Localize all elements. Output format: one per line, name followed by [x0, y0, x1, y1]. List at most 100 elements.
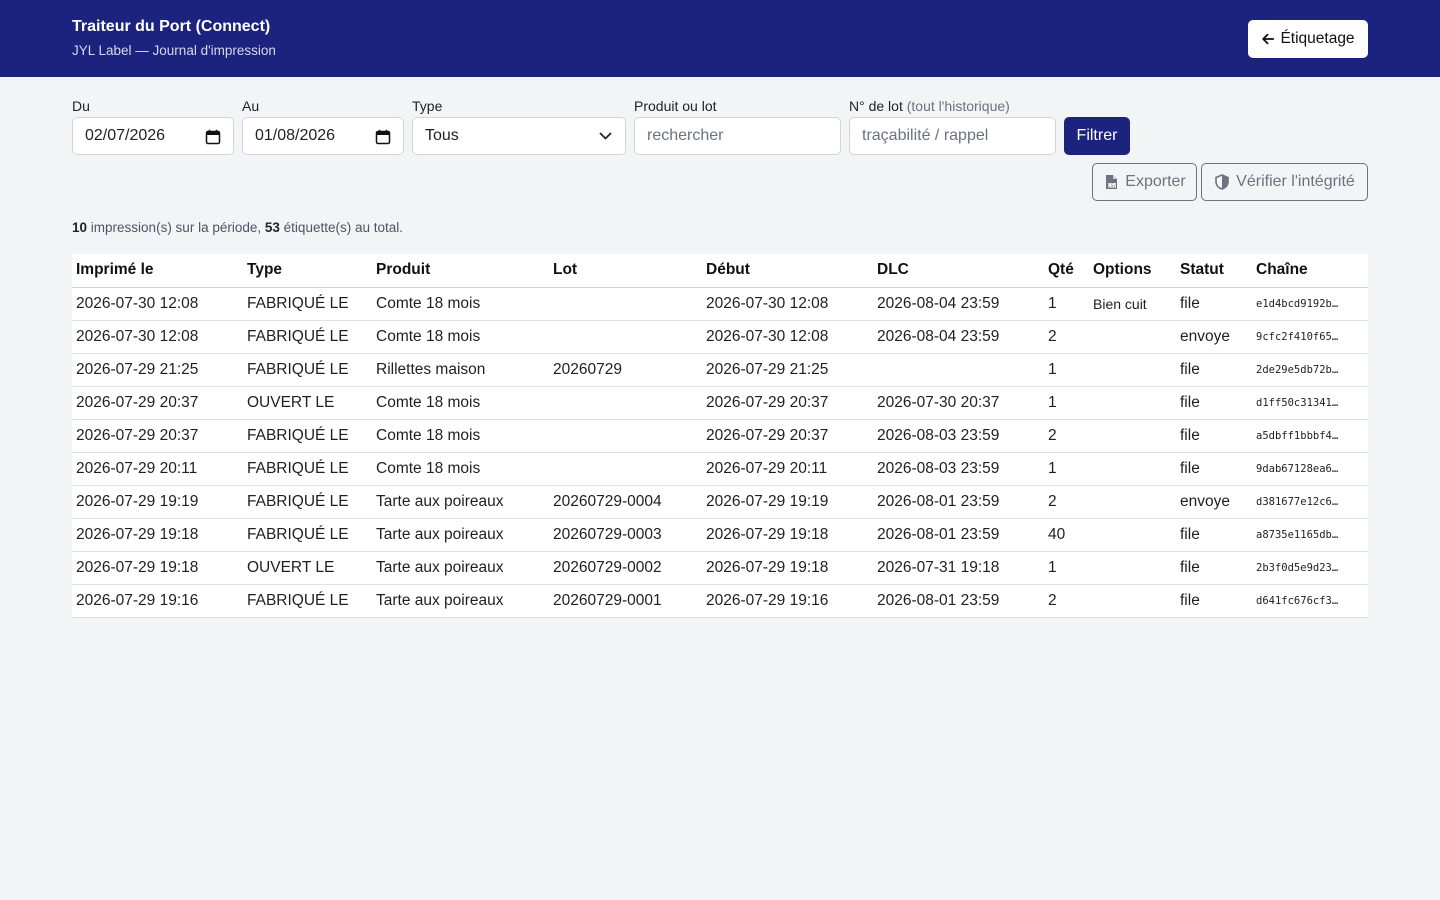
col-header-status[interactable]: Statut	[1176, 254, 1252, 288]
cell-lot: 20260729-0001	[549, 584, 702, 618]
cell-type: FABRIQUÉ LE	[243, 419, 372, 453]
export-button[interactable]: CSV Exporter	[1092, 163, 1197, 201]
cell-status: file	[1176, 584, 1252, 618]
cell-dlc: 2026-08-04 23:59	[873, 320, 1044, 354]
cell-qty: 1	[1044, 353, 1089, 387]
cell-status: file	[1176, 551, 1252, 585]
cell-qty: 40	[1044, 518, 1089, 552]
cell-chain: a5dbff1bbbf4…	[1252, 419, 1368, 453]
table-row[interactable]: 2026-07-30 12:08 FABRIQUÉ LE Comte 18 mois…	[72, 320, 1368, 354]
cell-options	[1089, 386, 1176, 420]
cell-chain: a8735e1165db…	[1252, 518, 1368, 552]
cell-type: OUVERT LE	[243, 551, 372, 585]
cell-start: 2026-07-29 19:19	[702, 485, 873, 519]
cell-printed-at: 2026-07-29 20:11	[72, 452, 243, 486]
cell-options	[1089, 452, 1176, 486]
back-button-label: Étiquetage	[1280, 30, 1355, 47]
col-header-dlc[interactable]: DLC	[873, 254, 1044, 288]
type-select[interactable]: Tous	[412, 117, 626, 155]
col-header-start[interactable]: Début	[702, 254, 873, 288]
table-row[interactable]: 2026-07-29 20:37 FABRIQUÉ LE Comte 18 mois…	[72, 419, 1368, 453]
cell-lot: 20260729-0004	[549, 485, 702, 519]
cell-lot	[549, 386, 702, 420]
cell-qty: 2	[1044, 320, 1089, 354]
cell-options	[1089, 518, 1176, 552]
cell-dlc: 2026-07-31 19:18	[873, 551, 1044, 585]
col-header-product[interactable]: Produit	[372, 254, 549, 288]
cell-lot: 20260729	[549, 353, 702, 387]
cell-dlc: 2026-08-01 23:59	[873, 584, 1044, 618]
calendar-icon[interactable]	[205, 129, 221, 145]
cell-status: envoye	[1176, 485, 1252, 519]
lot-number-input[interactable]: traçabilité / rappel	[849, 117, 1056, 155]
cell-product: Tarte aux poireaux	[372, 518, 549, 552]
cell-start: 2026-07-29 21:25	[702, 353, 873, 387]
cell-type: FABRIQUÉ LE	[243, 584, 372, 618]
table-row[interactable]: 2026-07-29 19:19 FABRIQUÉ LE Tarte aux poi…	[72, 485, 1368, 519]
col-header-printed-at[interactable]: Imprimé le	[72, 254, 243, 288]
table-header-row: Imprimé le Type Produit Lot Début DLC Qt…	[72, 254, 1368, 288]
calendar-icon[interactable]	[375, 129, 391, 145]
cell-start: 2026-07-29 19:18	[702, 518, 873, 552]
col-header-qty[interactable]: Qté	[1044, 254, 1089, 288]
cell-type: FABRIQUÉ LE	[243, 320, 372, 354]
print-count: 10	[72, 220, 88, 235]
col-header-chain[interactable]: Chaîne	[1252, 254, 1368, 288]
filter-button[interactable]: Filtrer	[1064, 117, 1130, 155]
cell-product: Comte 18 mois	[372, 386, 549, 420]
cell-dlc: 2026-07-30 20:37	[873, 386, 1044, 420]
table-row[interactable]: 2026-07-29 20:11 FABRIQUÉ LE Comte 18 mois…	[72, 452, 1368, 486]
lot-number-placeholder: traçabilité / rappel	[862, 127, 989, 144]
cell-start: 2026-07-29 20:11	[702, 452, 873, 486]
to-date-label: Au	[242, 98, 260, 114]
arrow-left-icon	[1262, 33, 1275, 45]
print-log-table: Imprimé le Type Produit Lot Début DLC Qt…	[72, 254, 1368, 618]
file-csv-icon: CSV	[1106, 175, 1118, 189]
table-row[interactable]: 2026-07-29 19:18 OUVERT LE Tarte aux poire…	[72, 551, 1368, 585]
cell-qty: 1	[1044, 287, 1089, 321]
cell-chain: d1ff50c31341…	[1252, 386, 1368, 420]
cell-start: 2026-07-29 20:37	[702, 419, 873, 453]
cell-printed-at: 2026-07-29 20:37	[72, 386, 243, 420]
product-search-input[interactable]: rechercher	[634, 117, 841, 155]
cell-status: file	[1176, 386, 1252, 420]
cell-type: FABRIQUÉ LE	[243, 452, 372, 486]
cell-qty: 2	[1044, 419, 1089, 453]
cell-product: Tarte aux poireaux	[372, 551, 549, 585]
cell-options	[1089, 584, 1176, 618]
cell-lot	[549, 419, 702, 453]
cell-status: file	[1176, 419, 1252, 453]
table-row[interactable]: 2026-07-29 19:18 FABRIQUÉ LE Tarte aux poi…	[72, 518, 1368, 552]
export-button-label: Exporter	[1125, 173, 1186, 190]
verify-integrity-button[interactable]: Vérifier l'intégrité	[1201, 163, 1368, 201]
table-row[interactable]: 2026-07-29 21:25 FABRIQUÉ LE Rillettes mai…	[72, 353, 1368, 387]
cell-chain: e1d4bcd9192b…	[1252, 287, 1368, 321]
cell-product: Comte 18 mois	[372, 419, 549, 453]
cell-type: FABRIQUÉ LE	[243, 518, 372, 552]
cell-options	[1089, 353, 1176, 387]
table-row[interactable]: 2026-07-30 12:08 FABRIQUÉ LE Comte 18 mois…	[72, 287, 1368, 321]
cell-lot: 20260729-0002	[549, 551, 702, 585]
to-date-input[interactable]: 01/08/2026	[242, 117, 404, 155]
cell-type: FABRIQUÉ LE	[243, 287, 372, 321]
cell-dlc: 2026-08-01 23:59	[873, 518, 1044, 552]
cell-qty: 1	[1044, 452, 1089, 486]
col-header-lot[interactable]: Lot	[549, 254, 702, 288]
lot-number-label-hint: (tout l'historique)	[906, 98, 1010, 114]
from-date-input[interactable]: 02/07/2026	[72, 117, 234, 155]
cell-start: 2026-07-29 20:37	[702, 386, 873, 420]
table-row[interactable]: 2026-07-29 20:37 OUVERT LE Comte 18 mois 20…	[72, 386, 1368, 420]
cell-status: file	[1176, 287, 1252, 321]
cell-options	[1089, 320, 1176, 354]
back-to-labeling-button[interactable]: Étiquetage	[1248, 20, 1368, 58]
col-header-options[interactable]: Options	[1089, 254, 1176, 288]
cell-options: Bien cuit	[1089, 287, 1176, 321]
cell-start: 2026-07-29 19:18	[702, 551, 873, 585]
table-row[interactable]: 2026-07-29 19:16 FABRIQUÉ LE Tarte aux poi…	[72, 584, 1368, 618]
col-header-type[interactable]: Type	[243, 254, 372, 288]
product-search-placeholder: rechercher	[647, 127, 724, 144]
cell-printed-at: 2026-07-29 19:16	[72, 584, 243, 618]
cell-chain: 9cfc2f410f65…	[1252, 320, 1368, 354]
cell-qty: 2	[1044, 485, 1089, 519]
cell-printed-at: 2026-07-30 12:08	[72, 287, 243, 321]
